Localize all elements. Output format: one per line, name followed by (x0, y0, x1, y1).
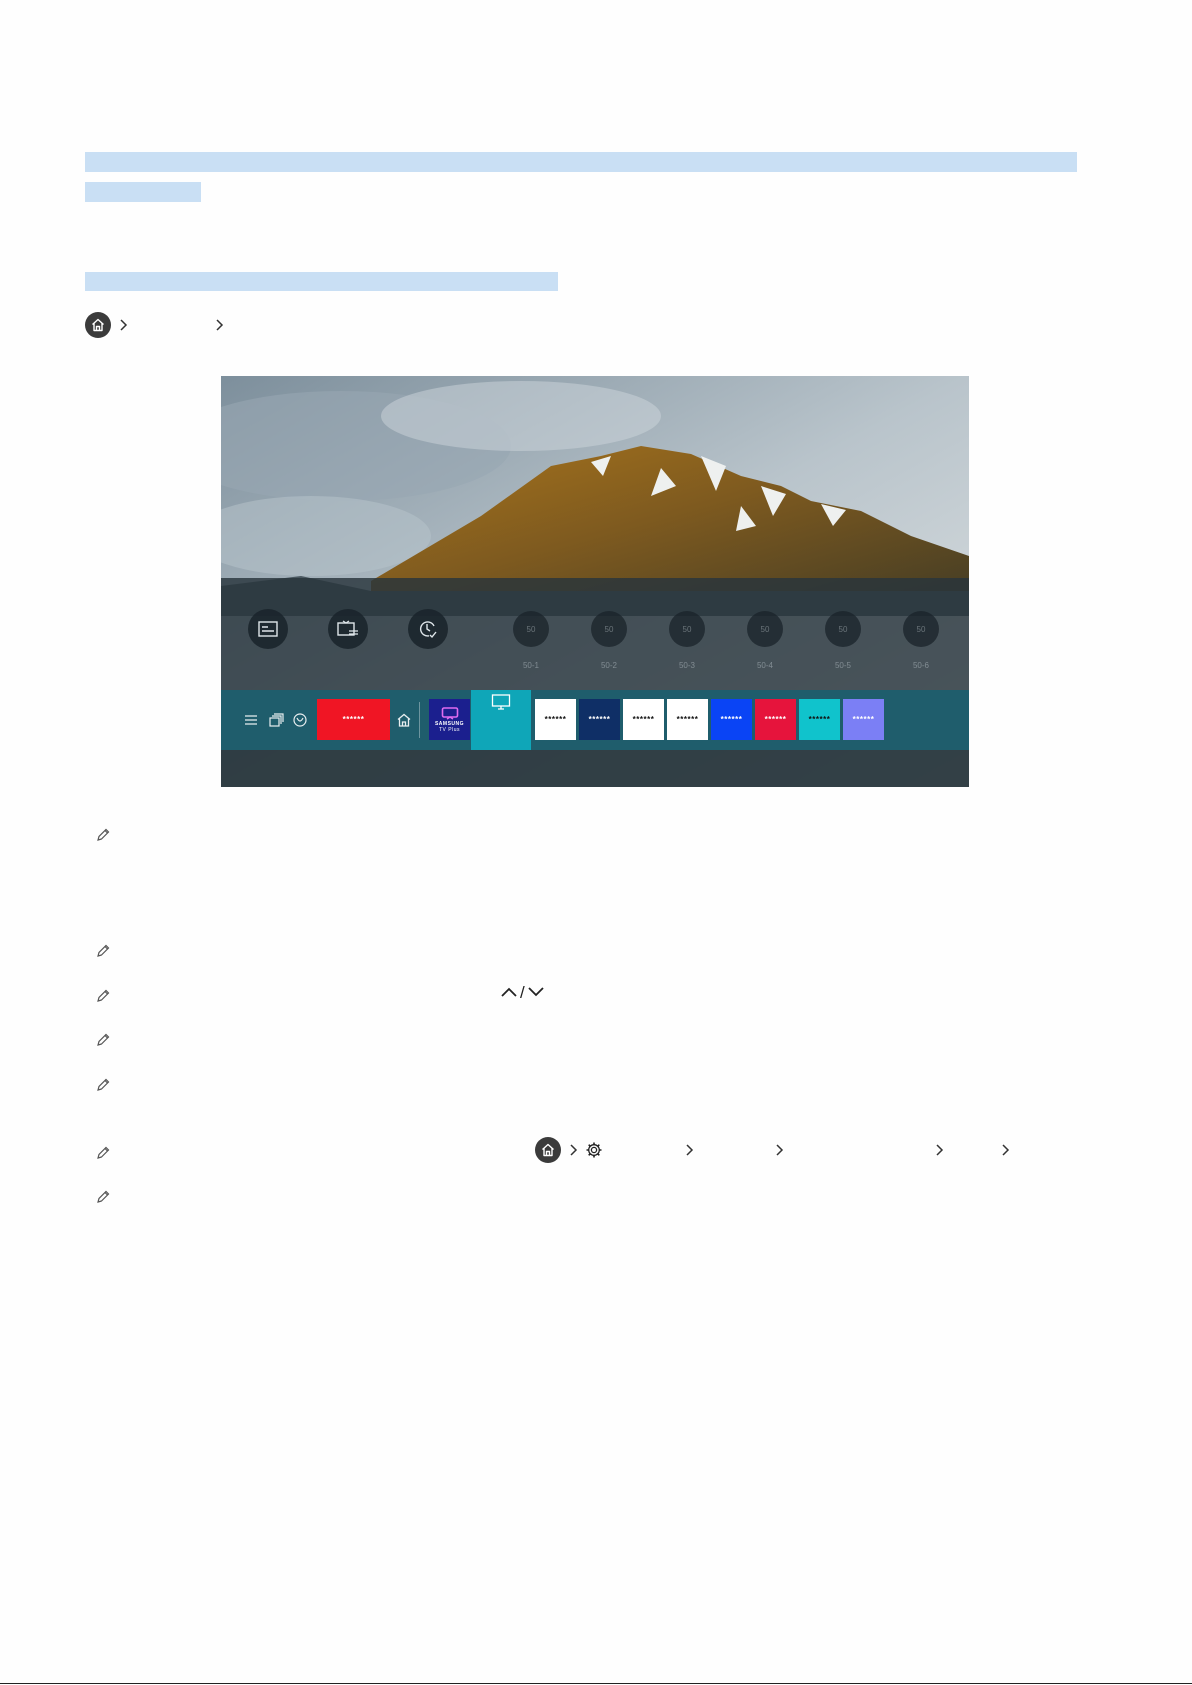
app-tile[interactable]: ****** (843, 699, 884, 740)
pencil-icon (97, 1190, 110, 1203)
home-icon (85, 312, 111, 338)
app-tile[interactable]: ****** (317, 699, 390, 740)
pencil-icon (97, 828, 110, 841)
highlighted-heading (85, 272, 558, 291)
tv-screen-image: 50 50-1 50 50-2 50 50-3 50 50-4 50 50-5 … (221, 376, 969, 787)
tv-icon (491, 694, 511, 710)
caption-icon (258, 621, 278, 637)
slash-separator: / (520, 982, 525, 1002)
ambient-icon[interactable] (292, 712, 308, 728)
smart-hub-bar: ****** SAMSUNG TV Plus ****** ****** ***… (221, 690, 969, 750)
settings-path (535, 1137, 1013, 1163)
tv-plus-label: TV Plus (438, 726, 460, 733)
samsung-tv-plus-tile[interactable]: SAMSUNG TV Plus (429, 699, 470, 740)
schedule-button[interactable] (408, 609, 448, 649)
channel-circle[interactable]: 50 (825, 611, 861, 647)
channel-label: 50-5 (834, 661, 851, 670)
channel-label: 50-6 (912, 661, 929, 670)
pencil-icon (97, 944, 110, 957)
pencil-icon (97, 1078, 110, 1091)
chevron-up-icon (501, 987, 517, 997)
chevron-down-icon (528, 987, 544, 997)
channel-circle[interactable]: 50 (747, 611, 783, 647)
app-tile[interactable]: ****** (623, 699, 664, 740)
tv-plus-icon (441, 706, 458, 720)
channel-circle[interactable]: 50 (513, 611, 549, 647)
channel-circle[interactable]: 50 (669, 611, 705, 647)
app-tile[interactable]: ****** (535, 699, 576, 740)
channel-up-down-keys: / (500, 982, 545, 1002)
highlighted-text-line-1 (85, 152, 1077, 172)
sources-icon[interactable] (268, 712, 284, 728)
tv-guide-icon (337, 620, 358, 636)
chevron-right-icon (120, 319, 128, 331)
home-icon[interactable] (396, 712, 412, 728)
channel-label: 50-1 (522, 661, 539, 670)
channel-circle[interactable]: 50 (591, 611, 627, 647)
gear-icon (586, 1142, 602, 1158)
breadcrumb (85, 312, 227, 338)
chevron-right-icon (216, 319, 224, 331)
app-tile[interactable]: ****** (799, 699, 840, 740)
tv-guide-button[interactable] (328, 609, 368, 649)
live-tv-tile[interactable] (471, 690, 531, 750)
chevron-right-icon (936, 1144, 944, 1156)
menu-icon[interactable] (243, 712, 259, 728)
chevron-right-icon (686, 1144, 694, 1156)
clock-check-icon (419, 621, 437, 639)
divider (419, 702, 420, 738)
chevron-right-icon (776, 1144, 784, 1156)
channel-label: 50-3 (678, 661, 695, 670)
chevron-right-icon (570, 1144, 578, 1156)
pencil-icon (97, 1146, 110, 1159)
app-tile[interactable]: ****** (711, 699, 752, 740)
chevron-right-icon (1002, 1144, 1010, 1156)
caption-button[interactable] (248, 609, 288, 649)
highlighted-text-line-2 (85, 182, 201, 202)
pencil-icon (97, 1033, 110, 1046)
channel-label: 50-4 (756, 661, 773, 670)
tv-bottom-area (221, 750, 969, 787)
footer-rule (0, 1683, 1192, 1684)
channel-circle[interactable]: 50 (903, 611, 939, 647)
app-tile[interactable]: ****** (755, 699, 796, 740)
app-tile[interactable]: ****** (579, 699, 620, 740)
app-tile[interactable]: ****** (667, 699, 708, 740)
pencil-icon (97, 989, 110, 1002)
home-icon (535, 1137, 561, 1163)
channel-label: 50-2 (600, 661, 617, 670)
